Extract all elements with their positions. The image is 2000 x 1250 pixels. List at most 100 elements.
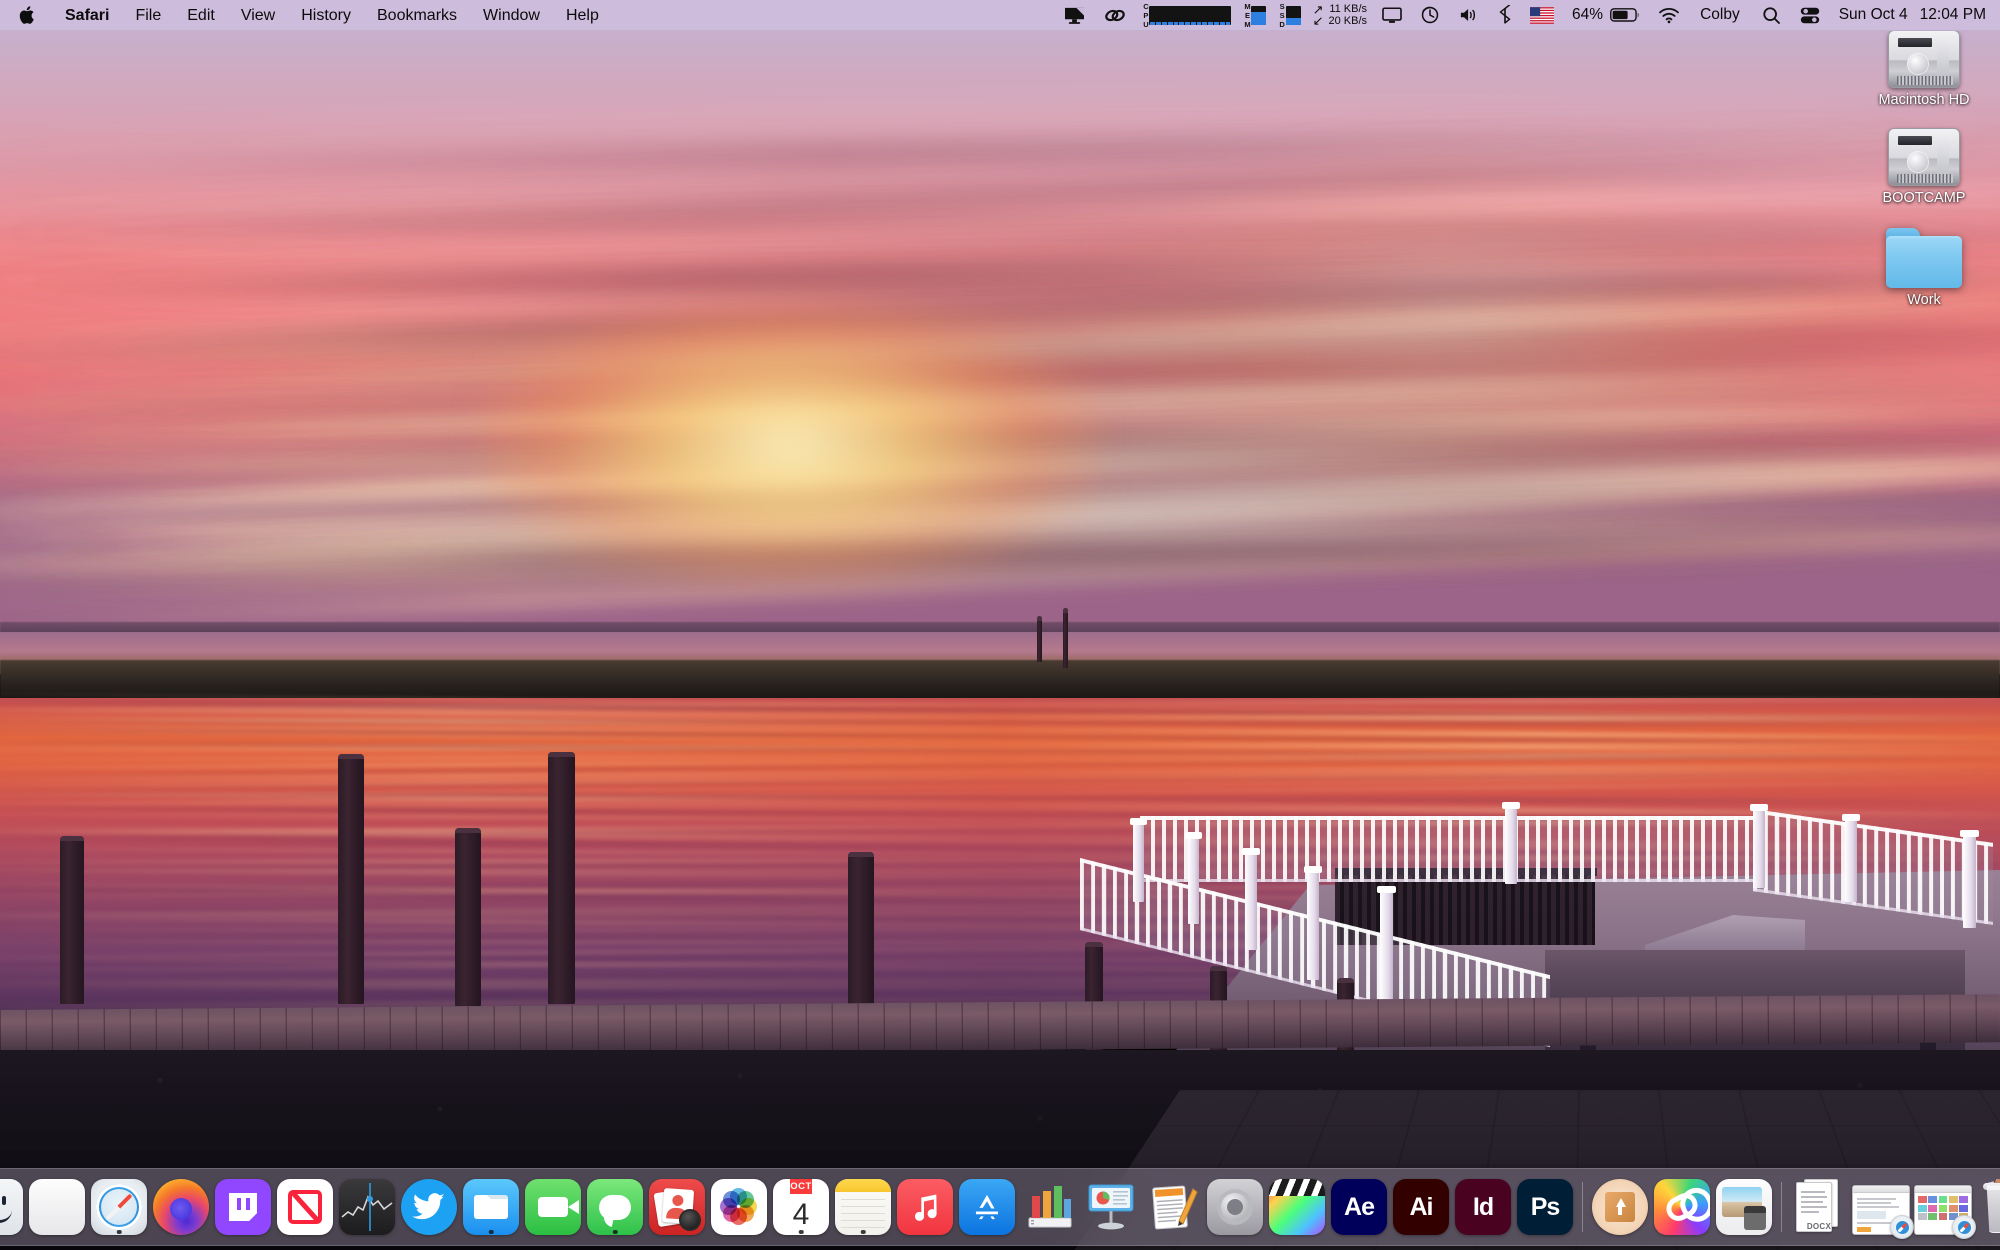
dock-item-news[interactable] xyxy=(274,1167,336,1235)
dock-item-trash[interactable] xyxy=(1974,1167,2000,1235)
dock-item-launchpad[interactable] xyxy=(26,1167,88,1235)
dock-item-facetime[interactable] xyxy=(522,1167,584,1235)
dock-item-notes[interactable] xyxy=(832,1167,894,1235)
dock-item-twitter[interactable] xyxy=(398,1167,460,1235)
menu-bar-status-items[interactable]: CPU MEM SSD ↗↙ 11 KB/s 20 KB/s xyxy=(1055,0,2000,31)
user-menu[interactable]: Colby xyxy=(1689,0,1753,31)
dock-item-safari[interactable] xyxy=(88,1167,150,1235)
wifi-menu[interactable] xyxy=(1649,0,1689,31)
time-machine-icon xyxy=(1420,5,1440,25)
dock-item-system-preferences[interactable] xyxy=(1204,1167,1266,1235)
dock-item-photo-booth[interactable] xyxy=(646,1167,708,1235)
safari-webarchive-icon xyxy=(1852,1185,1910,1235)
menu-help[interactable]: Help xyxy=(553,0,612,31)
dock-item-numbers[interactable] xyxy=(1018,1167,1080,1235)
menu-view[interactable]: View xyxy=(228,0,288,31)
notes-icon xyxy=(835,1179,891,1235)
date-text: Sun Oct 4 xyxy=(1839,6,1908,24)
input-source-menu[interactable] xyxy=(1521,0,1563,31)
dock-item-keynote[interactable] xyxy=(1080,1167,1142,1235)
menu-history[interactable]: History xyxy=(288,0,364,31)
running-indicator xyxy=(799,1230,804,1235)
keynote-icon xyxy=(1083,1179,1139,1235)
dock-item-firefox[interactable] xyxy=(150,1167,212,1235)
dock-item-indesign[interactable]: Id xyxy=(1452,1167,1514,1235)
launchpad-icon xyxy=(29,1179,85,1235)
dock-separator xyxy=(1775,1179,1788,1235)
menu-file[interactable]: File xyxy=(122,0,174,31)
time-machine-menu[interactable] xyxy=(1411,0,1449,31)
cpu-monitor[interactable]: CPU xyxy=(1136,0,1238,31)
control-center-button[interactable] xyxy=(1790,0,1830,31)
wallpaper-rail-post xyxy=(1245,854,1257,950)
menu-edit[interactable]: Edit xyxy=(174,0,228,31)
dock-item-mail[interactable] xyxy=(460,1167,522,1235)
hard-drive-icon xyxy=(1888,128,1960,186)
dock-item-finder[interactable] xyxy=(0,1167,26,1235)
apple-menu-button[interactable] xyxy=(0,0,52,31)
bluetooth-menu[interactable] xyxy=(1489,0,1521,31)
menu-bar-app-menus[interactable]: Safari File Edit View History Bookmarks … xyxy=(0,0,612,31)
network-download-speed: 20 KB/s xyxy=(1329,15,1368,28)
music-icon xyxy=(897,1179,953,1235)
memory-monitor[interactable]: MEM xyxy=(1237,0,1272,31)
desktop-icon-macintosh-hd[interactable]: Macintosh HD xyxy=(1865,30,1983,110)
dock-item-preview[interactable] xyxy=(1713,1167,1775,1235)
volume-icon xyxy=(1458,6,1480,24)
trash-full-icon xyxy=(1980,1177,2000,1235)
dock-item-docx-file[interactable]: DOCX xyxy=(1788,1167,1850,1235)
menu-window[interactable]: Window xyxy=(470,0,553,31)
wallpaper-piling xyxy=(338,754,364,1004)
dock-item-music[interactable] xyxy=(894,1167,956,1235)
dock-item-pages[interactable] xyxy=(1142,1167,1204,1235)
desktop-icon-bootcamp[interactable]: BOOTCAMP xyxy=(1865,128,1983,208)
ssd-monitor[interactable]: SSD xyxy=(1272,0,1307,31)
dock-item-photos[interactable] xyxy=(708,1167,770,1235)
screen-menu[interactable] xyxy=(1373,0,1411,31)
menu-bookmarks[interactable]: Bookmarks xyxy=(364,0,470,31)
dock-item-photoshop[interactable]: Ps xyxy=(1514,1167,1576,1235)
wallpaper-rail-post xyxy=(1963,836,1976,928)
wallpaper-piling xyxy=(848,852,874,1004)
menu-bar-date[interactable]: Sun Oct 4 xyxy=(1830,0,1912,31)
desktop[interactable]: Safari File Edit View History Bookmarks … xyxy=(0,0,2000,1250)
network-monitor[interactable]: ↗↙ 11 KB/s 20 KB/s xyxy=(1307,0,1373,31)
dock-item-stocks[interactable] xyxy=(336,1167,398,1235)
mem-label: MEM xyxy=(1243,3,1251,27)
numbers-icon xyxy=(1021,1179,1077,1235)
dock-item-webpage-1[interactable] xyxy=(1850,1167,1912,1235)
creative-cloud-icon xyxy=(1654,1179,1710,1235)
spotlight-button[interactable] xyxy=(1753,0,1790,31)
dock-item-app-store[interactable] xyxy=(956,1167,1018,1235)
menu-bar-clock[interactable]: 12:04 PM xyxy=(1912,0,1988,31)
dock-item-illustrator[interactable]: Ai xyxy=(1390,1167,1452,1235)
running-indicator xyxy=(861,1230,866,1235)
dock-item-messages[interactable] xyxy=(584,1167,646,1235)
dock-item-twitch[interactable] xyxy=(212,1167,274,1235)
dock-item-package-app[interactable] xyxy=(1589,1167,1651,1235)
wallpaper-piling xyxy=(60,836,84,1004)
preview-icon xyxy=(1716,1179,1772,1235)
app-store-icon xyxy=(959,1179,1015,1235)
desktop-icon-work-folder[interactable]: Work xyxy=(1865,228,1983,310)
finder-icon xyxy=(0,1179,23,1235)
dock-item-final-cut-pro[interactable] xyxy=(1266,1167,1328,1235)
dock-item-creative-cloud[interactable] xyxy=(1651,1167,1713,1235)
pages-icon xyxy=(1145,1179,1201,1235)
photos-icon xyxy=(711,1179,767,1235)
dock-item-calendar[interactable]: OCT 4 xyxy=(770,1167,832,1235)
wallpaper-rail-post xyxy=(1505,808,1517,884)
dock-item-webpage-2[interactable] xyxy=(1912,1167,1974,1235)
menu-bar[interactable]: Safari File Edit View History Bookmarks … xyxy=(0,0,2000,31)
firefox-icon xyxy=(153,1179,209,1235)
battery-menu[interactable]: 64% xyxy=(1563,0,1649,31)
calendar-icon: OCT 4 xyxy=(773,1179,829,1235)
menu-safari[interactable]: Safari xyxy=(52,0,122,31)
display-mirroring-menu[interactable] xyxy=(1055,0,1094,31)
dock-item-after-effects[interactable]: Ae xyxy=(1328,1167,1390,1235)
creative-cloud-menu[interactable] xyxy=(1094,0,1136,31)
dock[interactable]: OCT 4 xyxy=(0,1168,2000,1246)
battery-icon xyxy=(1610,7,1640,23)
news-icon xyxy=(277,1179,333,1235)
volume-menu[interactable] xyxy=(1449,0,1489,31)
